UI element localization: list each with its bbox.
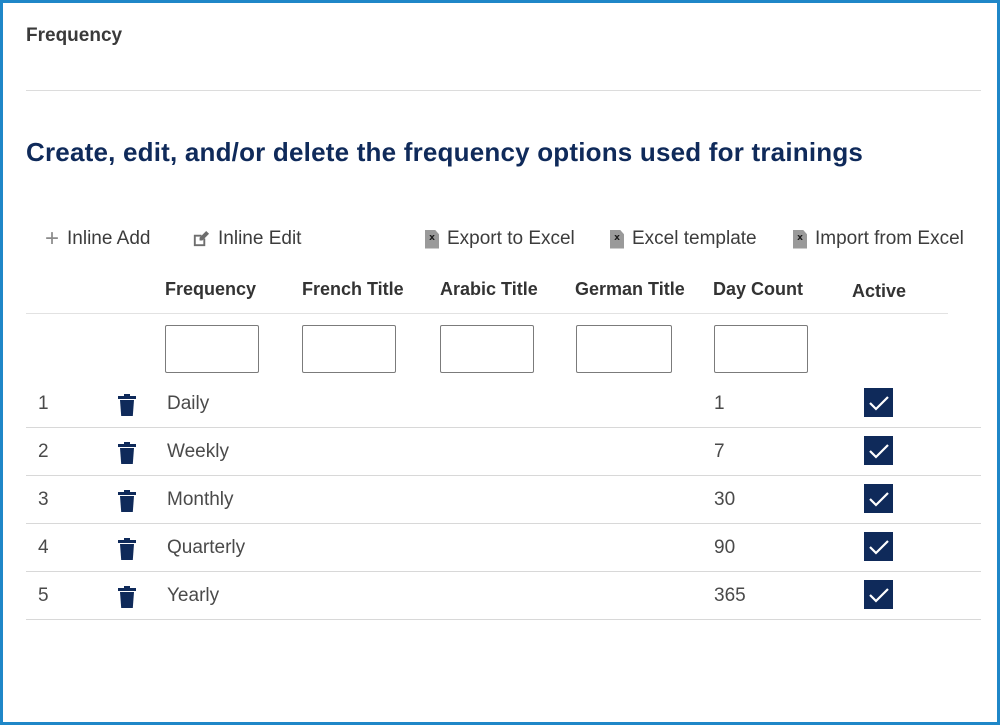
trash-icon[interactable]: [118, 394, 136, 416]
import-from-excel-button[interactable]: x Import from Excel: [793, 225, 964, 253]
divider: [26, 90, 981, 91]
frequency-cell: Weekly: [167, 441, 229, 462]
grid-toolbar: + Inline Add Inline Edit x Export to Exc…: [3, 225, 1000, 255]
frequency-cell: Monthly: [167, 489, 234, 510]
active-checkbox[interactable]: [864, 580, 893, 609]
header-divider: [26, 313, 948, 314]
frequency-cell: Yearly: [167, 585, 220, 606]
table-row[interactable]: 3 Monthly 30: [26, 476, 981, 524]
checkmark-icon: [868, 491, 889, 507]
filter-german-title-input[interactable]: [576, 325, 672, 373]
row-divider: [26, 619, 981, 620]
column-header-frequency[interactable]: Frequency: [165, 279, 256, 300]
column-header-day-count[interactable]: Day Count: [713, 279, 803, 300]
day-count-cell: 7: [714, 441, 725, 462]
export-to-excel-button[interactable]: x Export to Excel: [425, 225, 575, 253]
day-count-cell: 30: [714, 489, 736, 510]
checkmark-icon: [868, 539, 889, 555]
trash-icon[interactable]: [118, 538, 136, 560]
column-header-arabic-title[interactable]: Arabic Title: [440, 279, 538, 300]
table-row[interactable]: 2 Weekly 7: [26, 428, 981, 476]
export-to-excel-label: Export to Excel: [447, 228, 575, 249]
column-header-french-title[interactable]: French Title: [302, 279, 404, 300]
day-count-cell: 90: [714, 537, 736, 558]
row-number: 4: [38, 537, 49, 558]
page-frame: Frequency Create, edit, and/or delete th…: [0, 0, 1000, 725]
filter-arabic-title-input[interactable]: [440, 325, 534, 373]
row-number: 1: [38, 393, 49, 414]
excel-file-icon: x: [793, 229, 807, 249]
active-checkbox[interactable]: [864, 388, 893, 417]
excel-template-label: Excel template: [632, 228, 757, 249]
excel-file-icon: x: [425, 229, 439, 249]
active-checkbox[interactable]: [864, 484, 893, 513]
table-row[interactable]: 4 Quarterly 90: [26, 524, 981, 572]
inline-add-button[interactable]: + Inline Add: [45, 225, 150, 253]
active-checkbox[interactable]: [864, 532, 893, 561]
checkmark-icon: [868, 587, 889, 603]
excel-template-button[interactable]: x Excel template: [610, 225, 757, 253]
row-number: 3: [38, 489, 49, 510]
table-row[interactable]: 1 Daily 1: [26, 380, 981, 428]
section-title: Frequency: [26, 25, 123, 46]
checkmark-icon: [868, 395, 889, 411]
checkmark-icon: [868, 443, 889, 459]
trash-icon[interactable]: [118, 442, 136, 464]
frequency-cell: Daily: [167, 393, 210, 414]
inline-edit-label: Inline Edit: [218, 228, 302, 249]
filter-day-count-input[interactable]: [714, 325, 808, 373]
pencil-edit-icon: [191, 230, 210, 249]
page-heading: Create, edit, and/or delete the frequenc…: [26, 137, 864, 167]
column-header-active[interactable]: Active: [852, 281, 906, 302]
filter-french-title-input[interactable]: [302, 325, 396, 373]
trash-icon[interactable]: [118, 490, 136, 512]
frequency-cell: Quarterly: [167, 537, 246, 558]
row-number: 2: [38, 441, 49, 462]
inline-add-label: Inline Add: [67, 228, 151, 249]
import-from-excel-label: Import from Excel: [815, 228, 964, 249]
active-checkbox[interactable]: [864, 436, 893, 465]
plus-icon: +: [45, 225, 60, 252]
filter-frequency-input[interactable]: [165, 325, 259, 373]
trash-icon[interactable]: [118, 586, 136, 608]
excel-file-icon: x: [610, 229, 624, 249]
inline-edit-button[interactable]: Inline Edit: [191, 225, 301, 253]
day-count-cell: 1: [714, 393, 725, 414]
column-header-german-title[interactable]: German Title: [575, 279, 685, 300]
row-number: 5: [38, 585, 49, 606]
day-count-cell: 365: [714, 585, 746, 606]
table-row[interactable]: 5 Yearly 365: [26, 572, 981, 620]
